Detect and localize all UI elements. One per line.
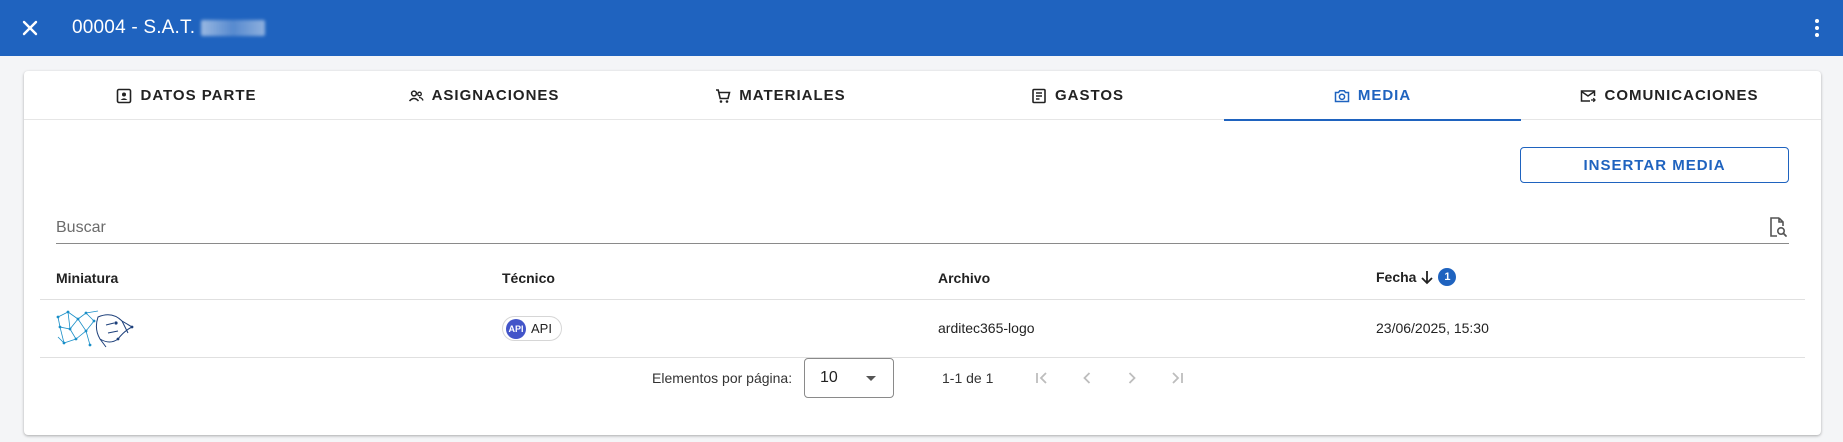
column-header-tecnico[interactable]: Técnico — [502, 270, 555, 286]
first-page-button[interactable] — [1030, 366, 1054, 390]
page-range-label: 1-1 de 1 — [942, 370, 994, 386]
page-size-label: Elementos por página: — [652, 370, 793, 386]
tab-materiales[interactable]: MATERIALES — [632, 71, 929, 120]
app-bar: 00004 - S.A.T. — [0, 0, 1843, 56]
tab-label: COMUNICACIONES — [1604, 87, 1759, 104]
search-input[interactable] — [56, 213, 1736, 243]
first-page-icon — [1036, 372, 1047, 384]
file-search-icon[interactable] — [1765, 215, 1789, 239]
media-table: Miniatura Técnico Archivo Fecha 1 API AP… — [40, 256, 1805, 358]
insert-media-button[interactable]: INSERTAR MEDIA — [1520, 147, 1789, 183]
tab-comunicaciones[interactable]: COMUNICACIONES — [1521, 71, 1818, 120]
tab-label: DATOS PARTE — [140, 87, 257, 104]
column-header-archivo[interactable]: Archivo — [938, 270, 990, 286]
page-size-select[interactable]: 10 — [804, 358, 894, 398]
close-icon[interactable] — [16, 14, 44, 42]
tab-datos-parte[interactable]: DATOS PARTE — [38, 71, 335, 120]
file-name: arditec365-logo — [938, 320, 1035, 336]
last-page-button[interactable] — [1165, 366, 1189, 390]
technician-name: API — [531, 321, 552, 336]
tab-media[interactable]: MEDIA — [1224, 71, 1521, 121]
last-page-icon — [1172, 372, 1183, 384]
chevron-down-icon — [866, 376, 876, 381]
chevron-right-icon — [1128, 372, 1136, 384]
redacted-text — [201, 20, 266, 36]
camera-icon — [1334, 89, 1350, 102]
column-header-fecha[interactable]: Fecha 1 — [1376, 268, 1457, 286]
row-date: 23/06/2025, 15:30 — [1376, 320, 1489, 336]
page-title-text: 00004 - S.A.T. — [72, 17, 196, 38]
column-header-miniatura[interactable]: Miniatura — [56, 270, 118, 286]
logo-thumbnail[interactable] — [56, 309, 136, 349]
people-icon — [408, 89, 424, 102]
receipt-icon — [1032, 88, 1046, 103]
paginator: Elementos por página: 10 1-1 de 1 — [24, 358, 1821, 398]
arrow-down-icon — [1421, 271, 1434, 285]
media-card: DATOS PARTE ASIGNACIONES MATERIALES GAST… — [24, 71, 1821, 435]
contact-card-icon — [117, 88, 132, 103]
tab-label: ASIGNACIONES — [431, 87, 560, 104]
table-header: Miniatura Técnico Archivo Fecha 1 — [40, 256, 1805, 300]
more-vert-icon[interactable] — [1803, 14, 1831, 42]
column-header-label: Fecha — [1376, 269, 1417, 285]
page-size-value: 10 — [820, 369, 838, 386]
search-field — [56, 213, 1789, 244]
sort-order-badge: 1 — [1438, 268, 1457, 286]
table-row[interactable]: API API arditec365-logo 23/06/2025, 15:3… — [40, 300, 1805, 358]
tab-asignaciones[interactable]: ASIGNACIONES — [335, 71, 632, 120]
tab-gastos[interactable]: GASTOS — [929, 71, 1226, 120]
mail-icon — [1581, 89, 1597, 102]
previous-page-button[interactable] — [1075, 366, 1099, 390]
page-title: 00004 - S.A.T. — [72, 16, 266, 40]
avatar: API — [506, 318, 526, 339]
tab-label: GASTOS — [1054, 87, 1125, 104]
chevron-left-icon — [1083, 372, 1091, 384]
next-page-button[interactable] — [1120, 366, 1144, 390]
tab-label: MEDIA — [1357, 87, 1412, 104]
cart-icon — [716, 88, 731, 103]
technician-chip[interactable]: API API — [502, 316, 562, 341]
tab-bar: DATOS PARTE ASIGNACIONES MATERIALES GAST… — [24, 71, 1821, 121]
tab-label: MATERIALES — [739, 87, 846, 104]
